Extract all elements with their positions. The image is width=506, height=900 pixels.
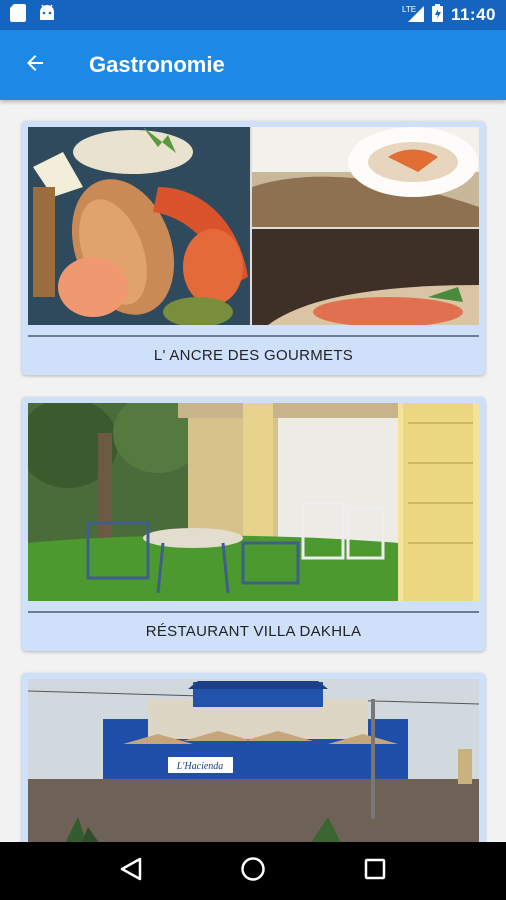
nav-home-button[interactable] — [223, 842, 283, 900]
restaurant-sign: L'Hacienda — [176, 761, 224, 772]
restaurant-card[interactable]: RÉSTAURANT VILLA DAKHLA — [22, 397, 485, 651]
restaurant-name: RÉSTAURANT VILLA DAKHLA — [145, 623, 362, 640]
nav-recents-button[interactable] — [345, 842, 405, 900]
back-button[interactable] — [0, 30, 70, 100]
restaurant-photo: L'Hacienda — [28, 679, 479, 842]
restaurant-card[interactable]: L'Hacienda — [22, 673, 485, 842]
restaurant-photo — [28, 403, 479, 601]
restaurant-name: L' ANCRE DES GOURMETS — [153, 347, 354, 364]
restaurant-list[interactable]: L' ANCRE DES GOURMETS RÉSTAURANT VILLA D… — [0, 100, 506, 842]
signal-icon: LTE — [402, 4, 424, 27]
network-label: LTE — [402, 5, 416, 14]
restaurant-photo — [28, 127, 479, 325]
home-circle-icon — [240, 856, 266, 887]
sd-card-icon — [10, 3, 26, 27]
navigation-bar — [0, 842, 506, 900]
restaurant-card[interactable]: L' ANCRE DES GOURMETS — [22, 121, 485, 375]
battery-icon — [431, 3, 443, 27]
app-bar: Gastronomie — [0, 30, 506, 100]
back-triangle-icon — [120, 857, 142, 886]
nav-back-button[interactable] — [101, 842, 161, 900]
android-icon — [38, 4, 56, 27]
page-title: Gastronomie — [89, 52, 225, 77]
arrow-back-icon — [23, 51, 47, 80]
status-bar: LTE 11:40 — [0, 0, 506, 30]
recents-square-icon — [364, 858, 386, 885]
clock: 11:40 — [450, 5, 496, 24]
